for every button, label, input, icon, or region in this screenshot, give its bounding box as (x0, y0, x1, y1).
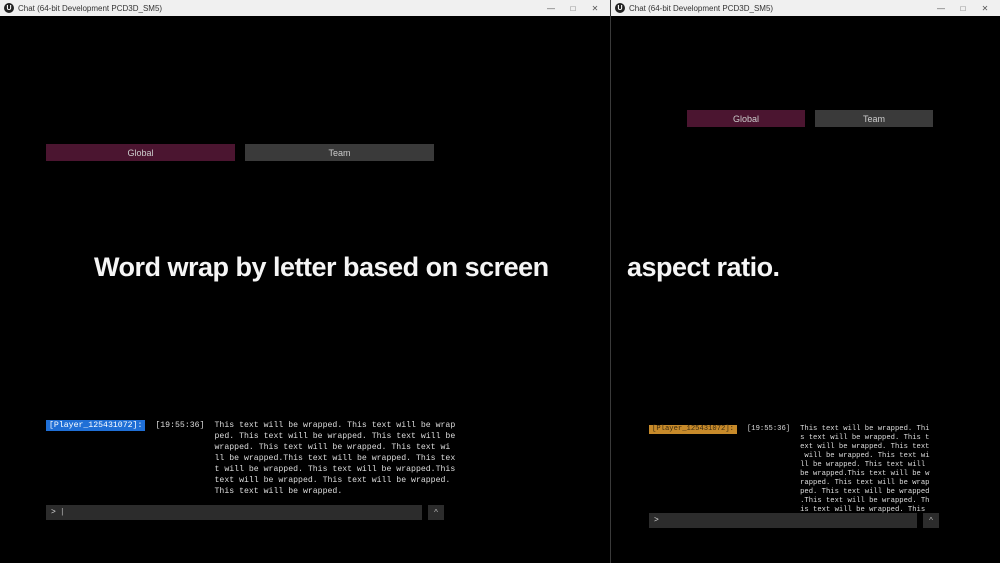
tab-team[interactable]: Team (815, 110, 933, 127)
app-icon: U (4, 3, 14, 13)
chat-timestamp: [19:55:36] (155, 420, 204, 431)
minimize-button[interactable]: — (930, 1, 952, 15)
player-tag: [Player_125431072]: (649, 425, 737, 434)
chat-timestamp: [19:55:36] (747, 425, 790, 434)
chat-input-row: > ^ (649, 513, 939, 528)
titlebar-left: U Chat (64-bit Development PCD3D_SM5) — … (0, 0, 610, 16)
left-pane: U Chat (64-bit Development PCD3D_SM5) — … (0, 0, 611, 563)
prompt-caret: > (51, 508, 56, 517)
minimize-button[interactable]: — (540, 1, 562, 15)
chat-tabs: Global Team (46, 144, 434, 161)
hero-text: Word wrap by letter based on screen (94, 252, 549, 283)
close-button[interactable]: ✕ (974, 1, 996, 15)
tab-global[interactable]: Global (687, 110, 805, 127)
chat-input-value: | (60, 508, 65, 517)
chat-input[interactable]: > | (46, 505, 422, 520)
app-icon: U (615, 3, 625, 13)
maximize-button[interactable]: □ (562, 1, 584, 15)
right-pane: U Chat (64-bit Development PCD3D_SM5) — … (611, 0, 1000, 563)
scroll-up-button[interactable]: ^ (428, 505, 444, 520)
window-title: Chat (64-bit Development PCD3D_SM5) (629, 4, 930, 13)
window-title: Chat (64-bit Development PCD3D_SM5) (18, 4, 540, 13)
chat-message-row: [Player_125431072]: [19:55:36] This text… (46, 420, 576, 497)
chat-message-row: [Player_125431072]: [19:55:36] This text… (649, 425, 989, 524)
player-tag: [Player_125431072]: (46, 420, 145, 431)
chat-tabs: Global Team (687, 110, 933, 127)
close-button[interactable]: ✕ (584, 1, 606, 15)
tab-global[interactable]: Global (46, 144, 235, 161)
chat-message-body: This text will be wrapped. Thi s text wi… (800, 425, 989, 524)
titlebar-right: U Chat (64-bit Development PCD3D_SM5) — … (611, 0, 1000, 16)
prompt-caret: > (654, 516, 659, 525)
chat-input[interactable]: > (649, 513, 917, 528)
chat-message-body: This text will be wrapped. This text wil… (215, 420, 577, 497)
chat-input-row: > | ^ (46, 505, 444, 520)
tab-team[interactable]: Team (245, 144, 434, 161)
hero-text: aspect ratio. (627, 252, 780, 283)
maximize-button[interactable]: □ (952, 1, 974, 15)
scroll-up-button[interactable]: ^ (923, 513, 939, 528)
